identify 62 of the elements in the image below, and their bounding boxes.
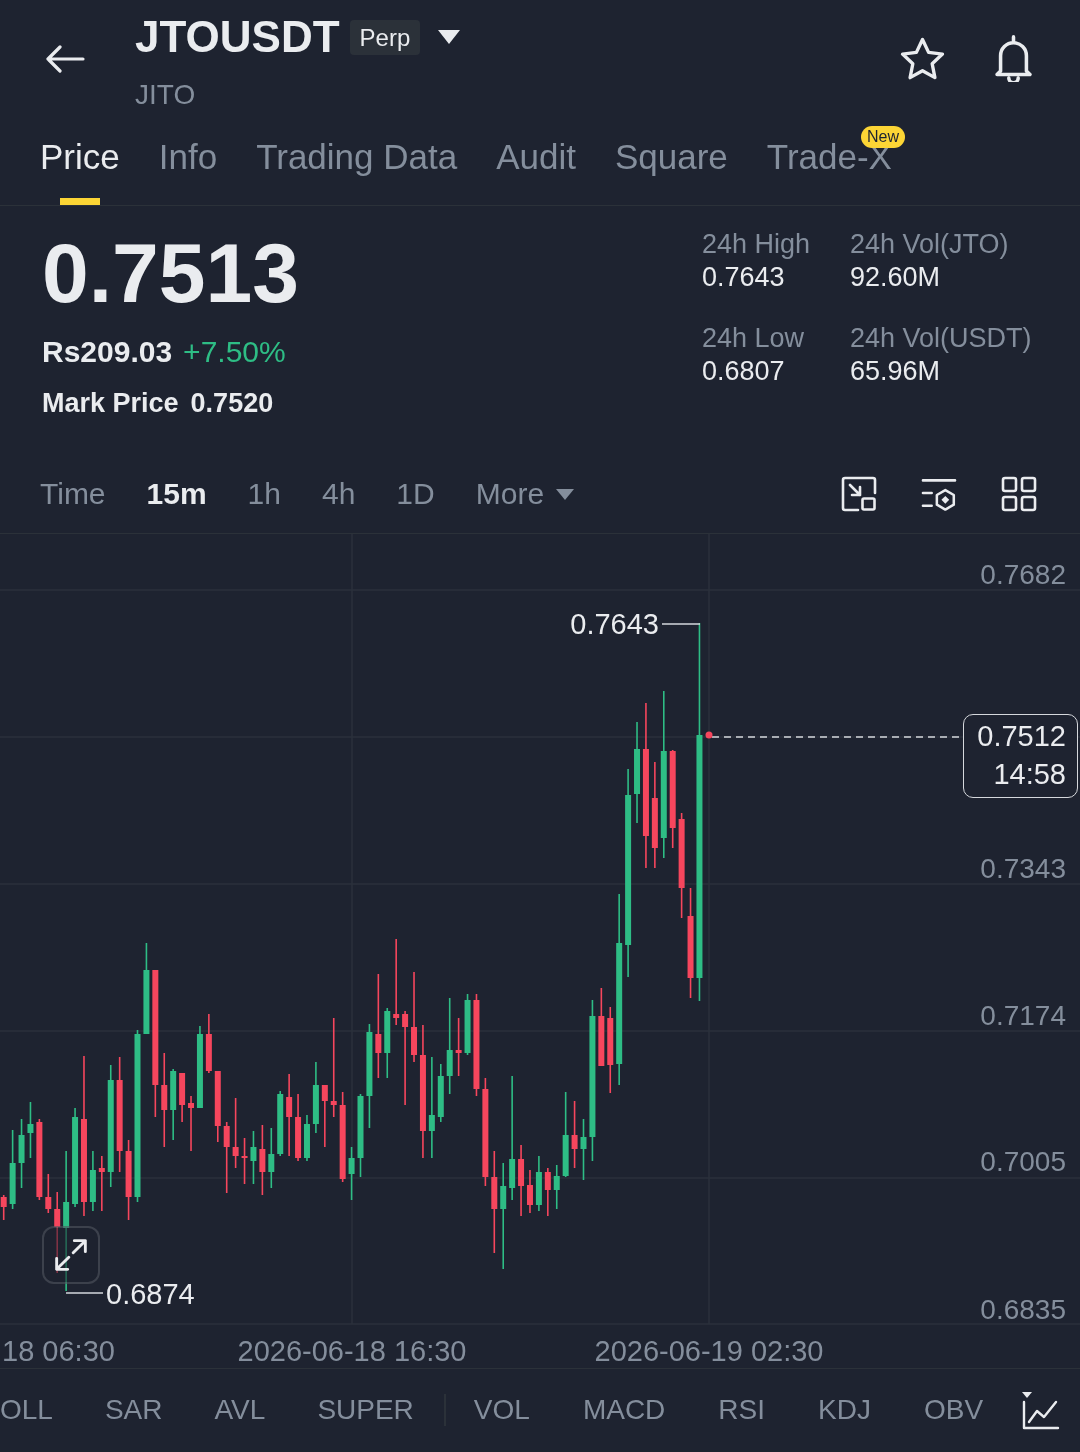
nav-tab[interactable]: Price bbox=[40, 136, 120, 205]
diagonal-arrows-icon bbox=[55, 1239, 87, 1271]
low-price-label: 0.6874 bbox=[106, 1278, 195, 1310]
high-price-leader bbox=[661, 623, 701, 625]
interval-tab[interactable]: 4h bbox=[322, 477, 356, 511]
stat-label: 24h Vol(JTO) bbox=[850, 228, 1010, 261]
nav-tab[interactable]: Audit bbox=[496, 136, 576, 205]
settings-icon[interactable] bbox=[921, 476, 957, 512]
last-price: 0.7513 bbox=[42, 231, 299, 315]
tab-badge: New bbox=[860, 126, 905, 148]
price-dot-icon bbox=[705, 731, 713, 739]
pair-subtitle: JITO bbox=[135, 78, 197, 112]
time-axis-label: 2026-06-18 16:30 bbox=[237, 1335, 467, 1367]
interval-tab[interactable]: Time bbox=[40, 477, 106, 511]
last-price-value: 0.7512 bbox=[977, 719, 1066, 754]
indicator-tab[interactable]: KDJ bbox=[818, 1393, 871, 1426]
indicator-tab[interactable]: MACD bbox=[582, 1393, 666, 1426]
line-chart-icon[interactable] bbox=[1020, 1389, 1060, 1430]
price-axis-label: 0.6835 bbox=[980, 1293, 1066, 1325]
price-axis-label: 0.7343 bbox=[980, 853, 1066, 884]
stat-label: 24h Low bbox=[702, 322, 806, 355]
stat-value: 0.6807 bbox=[702, 355, 786, 388]
nav-tab[interactable]: Info bbox=[158, 136, 218, 205]
price-axis-label: 0.7005 bbox=[980, 1146, 1066, 1178]
price-change: +7.50% bbox=[183, 334, 286, 370]
caret-down-icon bbox=[556, 488, 575, 500]
caret-down-icon[interactable] bbox=[438, 30, 461, 44]
fiat-price: Rs209.03 bbox=[42, 334, 173, 370]
low-price-leader bbox=[65, 1292, 104, 1294]
interval-tab[interactable]: 15m bbox=[146, 477, 207, 511]
countdown-timer: 14:58 bbox=[993, 757, 1066, 792]
mark-price-value: 0.7520 bbox=[190, 387, 274, 420]
more-dropdown[interactable]: More bbox=[475, 477, 575, 511]
price-axis-label: 0.7174 bbox=[980, 999, 1066, 1031]
nav-tab[interactable]: Trading Data bbox=[256, 136, 458, 205]
back-arrow-icon[interactable] bbox=[45, 45, 85, 73]
contract-badge: Perp bbox=[349, 19, 421, 55]
indicator-tab[interactable]: SUPER bbox=[317, 1393, 414, 1426]
indicator-tab[interactable]: OLL bbox=[0, 1393, 53, 1426]
stat-label: 24h Vol(USDT) bbox=[850, 322, 1033, 355]
expand-button[interactable] bbox=[42, 1226, 100, 1284]
interval-tab[interactable]: 1D bbox=[396, 477, 435, 511]
pair-title[interactable]: JTOUSDT bbox=[135, 12, 340, 62]
window-arrow-icon[interactable] bbox=[841, 476, 877, 512]
indicator-tab[interactable]: OBV bbox=[923, 1393, 984, 1426]
grid-icon[interactable] bbox=[1001, 476, 1037, 512]
price-axis-label: 0.7682 bbox=[980, 559, 1066, 590]
nav-tab[interactable]: Square bbox=[614, 136, 728, 205]
indicator-tab[interactable]: RSI bbox=[718, 1393, 765, 1426]
time-axis-label: 2026-06-19 02:30 bbox=[594, 1335, 824, 1367]
star-icon[interactable] bbox=[900, 37, 945, 80]
stat-value: 0.7643 bbox=[702, 261, 786, 294]
indicator-tab[interactable]: VOL bbox=[473, 1393, 530, 1426]
stat-label: 24h High bbox=[702, 228, 812, 261]
high-price-label: 0.7643 bbox=[570, 608, 659, 640]
interval-tab[interactable]: 1h bbox=[247, 477, 281, 511]
stat-value: 65.96M bbox=[850, 355, 942, 388]
indicator-tab[interactable]: SAR bbox=[104, 1393, 163, 1426]
stat-value: 92.60M bbox=[850, 261, 942, 294]
mark-price-label: Mark Price bbox=[42, 387, 179, 420]
indicator-tab[interactable]: AVL bbox=[214, 1393, 266, 1426]
time-axis-label: 18 06:30 bbox=[2, 1335, 115, 1367]
